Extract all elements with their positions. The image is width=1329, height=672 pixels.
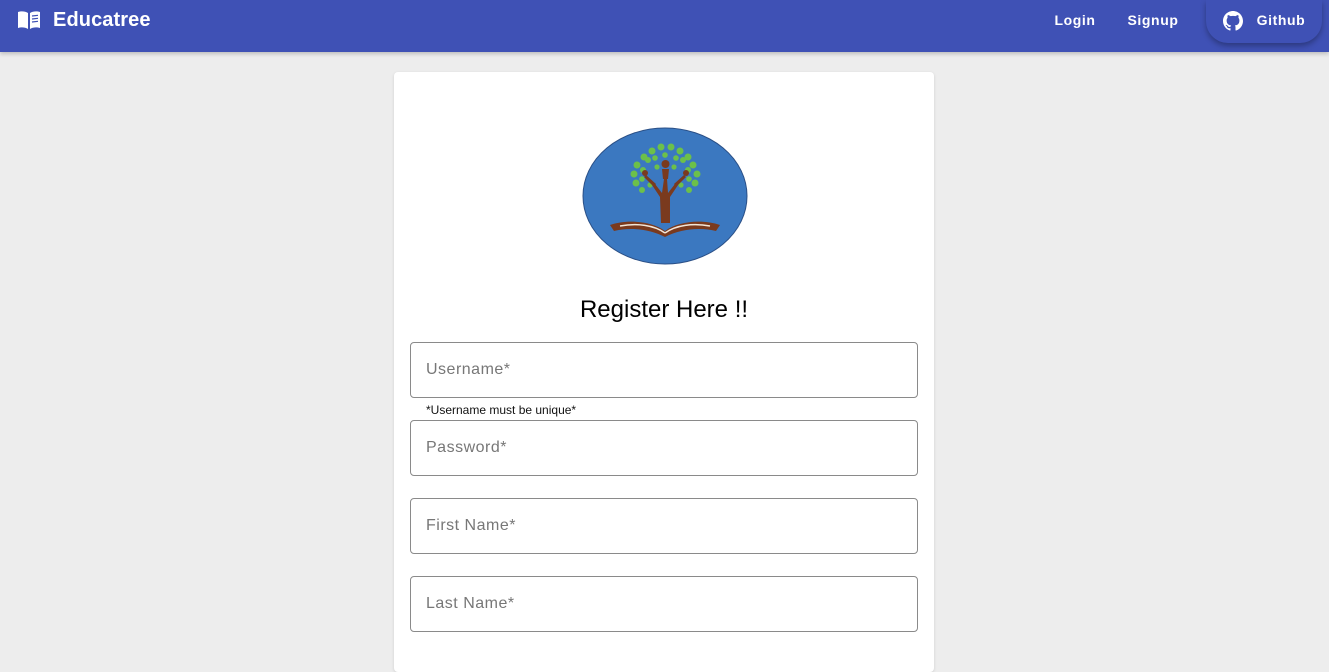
username-field[interactable]: [410, 342, 918, 398]
github-label: Github: [1256, 11, 1306, 28]
username-input[interactable]: [411, 343, 911, 397]
brand[interactable]: Educatree: [17, 9, 151, 31]
open-book-icon: [18, 11, 40, 29]
form-heading: Register Here !!: [579, 296, 749, 323]
register-card: Register Here !! *Username must be uniqu…: [394, 72, 934, 672]
signup-label: Signup: [1127, 12, 1179, 28]
github-button[interactable]: Github: [1206, 0, 1322, 43]
last-name-field[interactable]: [410, 576, 918, 632]
username-helper-text: *Username must be unique*: [426, 403, 577, 417]
signup-button[interactable]: Signup: [1118, 0, 1188, 40]
password-input[interactable]: [411, 421, 911, 475]
password-field[interactable]: [410, 420, 918, 476]
app-title: Educatree: [53, 8, 151, 31]
educatree-logo: [582, 127, 748, 265]
first-name-input[interactable]: [411, 499, 911, 553]
first-name-field[interactable]: [410, 498, 918, 554]
login-button[interactable]: Login: [1045, 0, 1105, 40]
last-name-input[interactable]: [411, 577, 911, 631]
github-icon: [1222, 10, 1243, 31]
login-label: Login: [1054, 12, 1096, 28]
app-bar: Educatree Login Signup Github: [0, 0, 1329, 52]
